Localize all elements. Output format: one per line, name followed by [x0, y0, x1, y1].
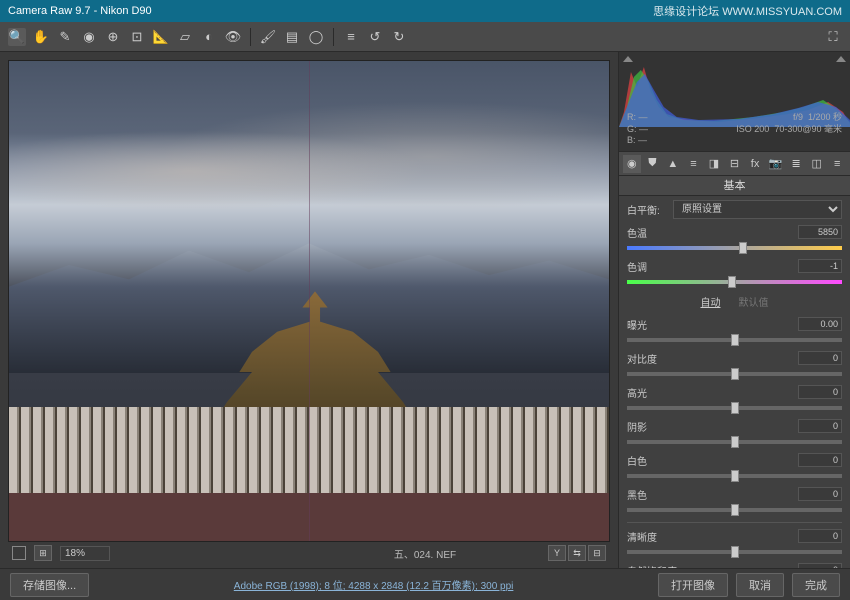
- slider-temperature[interactable]: 色温: [627, 225, 842, 254]
- slider-blacks[interactable]: 黑色: [627, 487, 842, 516]
- tab-hsl-icon[interactable]: ≡: [685, 155, 703, 173]
- clarity-input[interactable]: [798, 529, 842, 543]
- open-image-button[interactable]: 打开图像: [658, 573, 728, 597]
- fullscreen-toggle-icon[interactable]: ⛶: [824, 28, 842, 46]
- transform-tool-icon[interactable]: ▱: [176, 28, 194, 46]
- histogram[interactable]: R: — G: — B: — f/9 1/200 秒 ISO 200 70-30…: [619, 52, 850, 152]
- panel-menu-icon[interactable]: ≡: [828, 155, 846, 173]
- slider-vibrance[interactable]: 自然饱和度: [627, 563, 842, 568]
- titlebar: Camera Raw 9.7 - Nikon D90 思缘设计论坛 WWW.MI…: [0, 0, 850, 22]
- wb-label: 白平衡:: [627, 202, 667, 217]
- color-sampler-icon[interactable]: ◉: [80, 28, 98, 46]
- swap-view-icon[interactable]: ⇆: [568, 545, 586, 561]
- copy-settings-icon[interactable]: ⊟: [588, 545, 606, 561]
- footer: 存储图像... Adobe RGB (1998); 8 位; 4288 x 28…: [0, 568, 850, 600]
- slider-exposure[interactable]: 曝光: [627, 317, 842, 346]
- shadows-input[interactable]: [798, 419, 842, 433]
- redeye-tool-icon[interactable]: 👁: [224, 28, 242, 46]
- slider-shadows[interactable]: 阴影: [627, 419, 842, 448]
- image-preview[interactable]: [8, 60, 610, 542]
- preferences-icon[interactable]: ≡: [342, 28, 360, 46]
- wb-select[interactable]: 原照设置: [673, 200, 842, 219]
- contrast-input[interactable]: [798, 351, 842, 365]
- preview-area: ⊞ 五、024. NEF Y ⇆ ⊟: [0, 52, 618, 568]
- default-button[interactable]: 默认值: [739, 294, 769, 309]
- highlights-input[interactable]: [798, 385, 842, 399]
- tab-lens-icon[interactable]: ⊟: [726, 155, 744, 173]
- slider-clarity[interactable]: 清晰度: [627, 529, 842, 558]
- slider-tint[interactable]: 色调: [627, 259, 842, 288]
- panel-title: 基本: [619, 176, 850, 196]
- target-adjust-icon[interactable]: ⊕: [104, 28, 122, 46]
- tab-curve-icon[interactable]: ⛊: [644, 155, 662, 173]
- blacks-input[interactable]: [798, 487, 842, 501]
- app-title: Camera Raw 9.7 - Nikon D90: [8, 5, 152, 17]
- exposure-input[interactable]: [798, 317, 842, 331]
- grid-plus-icon[interactable]: ⊞: [34, 545, 52, 561]
- adjustment-brush-icon[interactable]: 🖌: [259, 28, 277, 46]
- whites-input[interactable]: [798, 453, 842, 467]
- slider-whites[interactable]: 白色: [627, 453, 842, 482]
- toolbar: 🔍 ✋ ✎ ◉ ⊕ ⊡ 📐 ▱ ◐ 👁 🖌 ▤ ◯ ≡ ↺ ↻ ⛶: [0, 22, 850, 52]
- radial-filter-icon[interactable]: ◯: [307, 28, 325, 46]
- slider-highlights[interactable]: 高光: [627, 385, 842, 414]
- zoom-tool-icon[interactable]: 🔍: [8, 28, 26, 46]
- tab-snapshots-icon[interactable]: ◫: [808, 155, 826, 173]
- tab-fx-icon[interactable]: fx: [746, 155, 764, 173]
- zoom-select[interactable]: [60, 546, 110, 561]
- eyedropper-wb-icon[interactable]: ✎: [56, 28, 74, 46]
- tint-input[interactable]: [798, 259, 842, 273]
- tab-presets-icon[interactable]: ≣: [787, 155, 805, 173]
- tab-camera-icon[interactable]: 📷: [767, 155, 785, 173]
- slider-contrast[interactable]: 对比度: [627, 351, 842, 380]
- vibrance-input[interactable]: [798, 563, 842, 568]
- graduated-filter-icon[interactable]: ▤: [283, 28, 301, 46]
- temp-input[interactable]: [798, 225, 842, 239]
- auto-button[interactable]: 自动: [701, 294, 721, 309]
- crop-tool-icon[interactable]: ⊡: [128, 28, 146, 46]
- filmstrip-toggle-icon[interactable]: [12, 546, 26, 560]
- tab-detail-icon[interactable]: ▲: [664, 155, 682, 173]
- done-button[interactable]: 完成: [792, 573, 840, 597]
- highlight-clip-icon[interactable]: [836, 56, 846, 62]
- hand-tool-icon[interactable]: ✋: [32, 28, 50, 46]
- tab-basic-icon[interactable]: ◉: [623, 155, 641, 173]
- right-panel: R: — G: — B: — f/9 1/200 秒 ISO 200 70-30…: [618, 52, 850, 568]
- rotate-ccw-icon[interactable]: ↺: [366, 28, 384, 46]
- rotate-cw-icon[interactable]: ↻: [390, 28, 408, 46]
- save-image-button[interactable]: 存储图像...: [10, 573, 89, 597]
- panel-tabs: ◉ ⛊ ▲ ≡ ◨ ⊟ fx 📷 ≣ ◫ ≡: [619, 152, 850, 176]
- before-after-button[interactable]: Y: [548, 545, 566, 561]
- cancel-button[interactable]: 取消: [736, 573, 784, 597]
- basic-panel: 白平衡: 原照设置 色温 色调 自动 默认值 曝光 对比度: [619, 196, 850, 568]
- filename-label: 五、024. NEF: [394, 546, 456, 561]
- spot-removal-icon[interactable]: ◐: [200, 28, 218, 46]
- shadow-clip-icon[interactable]: [623, 56, 633, 62]
- workflow-link[interactable]: Adobe RGB (1998); 8 位; 4288 x 2848 (12.2…: [97, 577, 650, 592]
- watermark: 思缘设计论坛 WWW.MISSYUAN.COM: [653, 3, 842, 19]
- tab-split-icon[interactable]: ◨: [705, 155, 723, 173]
- straighten-tool-icon[interactable]: 📐: [152, 28, 170, 46]
